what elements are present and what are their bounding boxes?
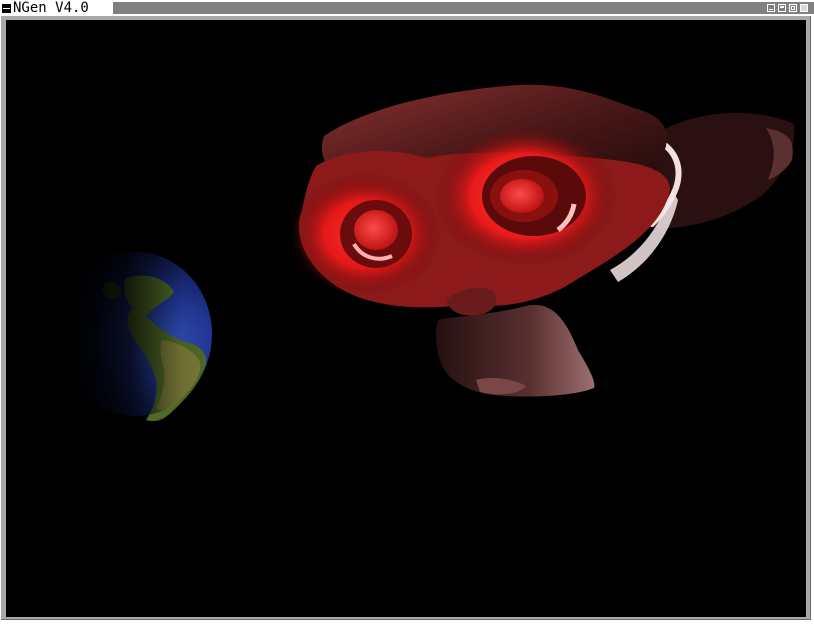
maximize-button[interactable] bbox=[789, 4, 797, 12]
app-window: NGen V4.0 bbox=[0, 0, 814, 624]
window-title: NGen V4.0 bbox=[13, 0, 89, 16]
globe-object bbox=[60, 252, 212, 422]
title-bar[interactable]: NGen V4.0 bbox=[0, 0, 814, 16]
render-viewport[interactable] bbox=[6, 20, 806, 617]
title-tab[interactable]: NGen V4.0 bbox=[2, 0, 89, 16]
window-controls bbox=[767, 4, 808, 12]
shade-button[interactable] bbox=[778, 4, 786, 12]
title-bar-stripe bbox=[113, 2, 814, 14]
window-menu-icon[interactable] bbox=[2, 3, 11, 13]
minimize-button[interactable] bbox=[767, 4, 775, 12]
scene-canvas bbox=[60, 84, 795, 422]
close-button[interactable] bbox=[800, 4, 808, 12]
monkey-head-object bbox=[290, 84, 795, 397]
